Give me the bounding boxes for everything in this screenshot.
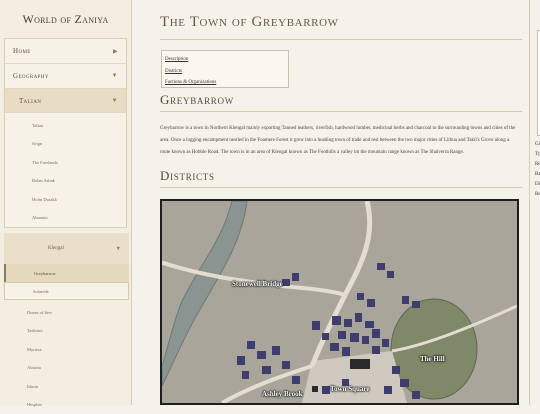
section-divider xyxy=(160,187,522,188)
chevron-down-icon: ▼ xyxy=(112,98,118,104)
title-divider xyxy=(160,39,522,40)
site-title[interactable]: World of Zaniya xyxy=(0,0,131,38)
section-divider xyxy=(160,111,522,112)
sidebar-item-myrtera[interactable]: Myrtera xyxy=(4,340,129,359)
sidebar-item-talian[interactable]: Talian xyxy=(5,116,126,135)
toc-link-description[interactable]: Description xyxy=(165,54,285,66)
right-info-panel: Gi Ty Re Ra Di Re xyxy=(529,0,540,405)
infobox-row: Ra xyxy=(535,170,540,180)
sidebar: World of Zaniya Home ▶ Geography ▼ Talia… xyxy=(0,0,132,405)
toc-link-districts[interactable]: Districts xyxy=(165,66,285,78)
map-label-stonewell-bridge[interactable]: Stonewell Bridge xyxy=(232,280,283,288)
infobox-row: Di xyxy=(535,180,540,190)
sidebar-item-ithron[interactable]: Ithron xyxy=(4,377,129,396)
nav-klengal-label: Klengal xyxy=(48,246,64,251)
infobox-rows: Gi Ty Re Ra Di Re xyxy=(535,140,540,200)
main-content: The Town of Greybarrow Description Distr… xyxy=(148,0,518,405)
town-map[interactable]: Stonewell Bridge The Hill Town Square As… xyxy=(160,199,519,405)
sidebar-item-alnamia[interactable]: Alnamia xyxy=(5,209,126,228)
nav-menu: Home ▶ Geography ▼ Talian ▼ Talian Seign… xyxy=(4,38,127,228)
toc-link-factions[interactable]: Factions & Organizations xyxy=(165,77,285,89)
more-regions-list: Dunes of Sret Tashirun Myrtera Alronia I… xyxy=(4,303,129,414)
nav-geography-label: Geography xyxy=(13,72,49,80)
sidebar-item-seign[interactable]: Seign xyxy=(5,135,126,154)
nav-klengal[interactable]: Klengal ▼ xyxy=(4,233,129,264)
infobox-row: Re xyxy=(535,160,540,170)
sidebar-item-relan-asbak[interactable]: Relan Asbak xyxy=(5,172,126,191)
sidebar-item-holm-durakk[interactable]: Holm Durakk xyxy=(5,190,126,209)
chevron-right-icon: ▶ xyxy=(113,48,118,55)
town-map-graphic xyxy=(162,201,517,403)
page-title: The Town of Greybarrow xyxy=(160,14,339,31)
chevron-down-icon: ▼ xyxy=(116,246,121,252)
infobox-row: Ty xyxy=(535,150,540,160)
nav-region-talian[interactable]: Talian ▼ xyxy=(5,89,126,113)
sidebar-item-greybarrow[interactable]: Greybarrow xyxy=(4,264,129,282)
klengal-sublist: Greybarrow Solarede xyxy=(4,264,129,300)
infobox-row: Re xyxy=(535,190,540,200)
sidebar-item-solarede[interactable]: Solarede xyxy=(4,282,129,300)
sidebar-item-dunes-of-sret[interactable]: Dunes of Sret xyxy=(4,303,129,322)
infobox-row: Gi xyxy=(535,140,540,150)
section-heading-greybarrow: Greybarrow xyxy=(160,92,234,108)
region-sublist: Talian Seign The Freelands Relan Asbak H… xyxy=(5,116,126,227)
nav-home-label: Home xyxy=(13,47,31,55)
nav-geography[interactable]: Geography ▼ xyxy=(5,64,126,89)
map-label-ashley-brook[interactable]: Ashley Brook xyxy=(262,390,303,398)
map-label-the-hill[interactable]: The Hill xyxy=(420,355,445,363)
sidebar-item-tashirun[interactable]: Tashirun xyxy=(4,322,129,341)
section-heading-districts: Districts xyxy=(160,168,215,184)
sidebar-item-alronia[interactable]: Alronia xyxy=(4,359,129,378)
nav-home[interactable]: Home ▶ xyxy=(5,39,126,64)
nav-region-label: Talian xyxy=(19,97,41,105)
map-label-town-square[interactable]: Town Square xyxy=(330,385,370,393)
table-of-contents: Description Districts Factions & Organiz… xyxy=(161,50,289,88)
sidebar-item-the-freelands[interactable]: The Freelands xyxy=(5,153,126,172)
chevron-down-icon: ▼ xyxy=(112,73,118,79)
description-paragraph: Greybarrow is a town in Northern Klengal… xyxy=(160,123,518,158)
